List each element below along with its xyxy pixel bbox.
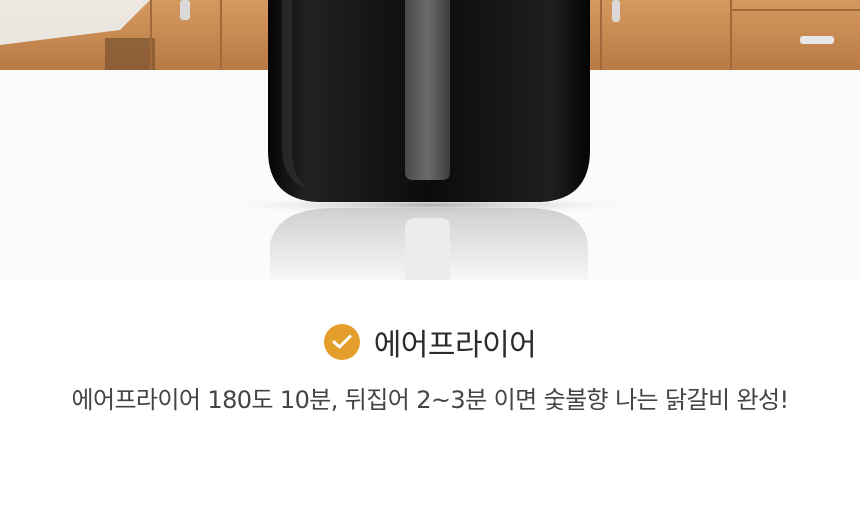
section-description: 에어프라이어 180도 10분, 뒤집어 2~3분 이면 숯불향 나는 닭갈비 … [71, 386, 789, 414]
cabinet-handle-left [180, 0, 190, 20]
cabinet-handle-right-1 [612, 0, 620, 22]
product-photo [0, 0, 860, 280]
cabinet-handle-right-2 [800, 36, 834, 44]
feature-section: 에어프라이어 에어프라이어 180도 10분, 뒤집어 2~3분 이면 숯불향 … [0, 280, 860, 526]
section-title: 에어프라이어 [373, 328, 537, 363]
air-fryer-image [0, 0, 860, 280]
feature-heading: 에어프라이어 [0, 320, 860, 364]
air-fryer-handle [405, 0, 450, 180]
checkmark-circle-icon [323, 324, 360, 360]
cabinet-shadow [105, 38, 155, 70]
